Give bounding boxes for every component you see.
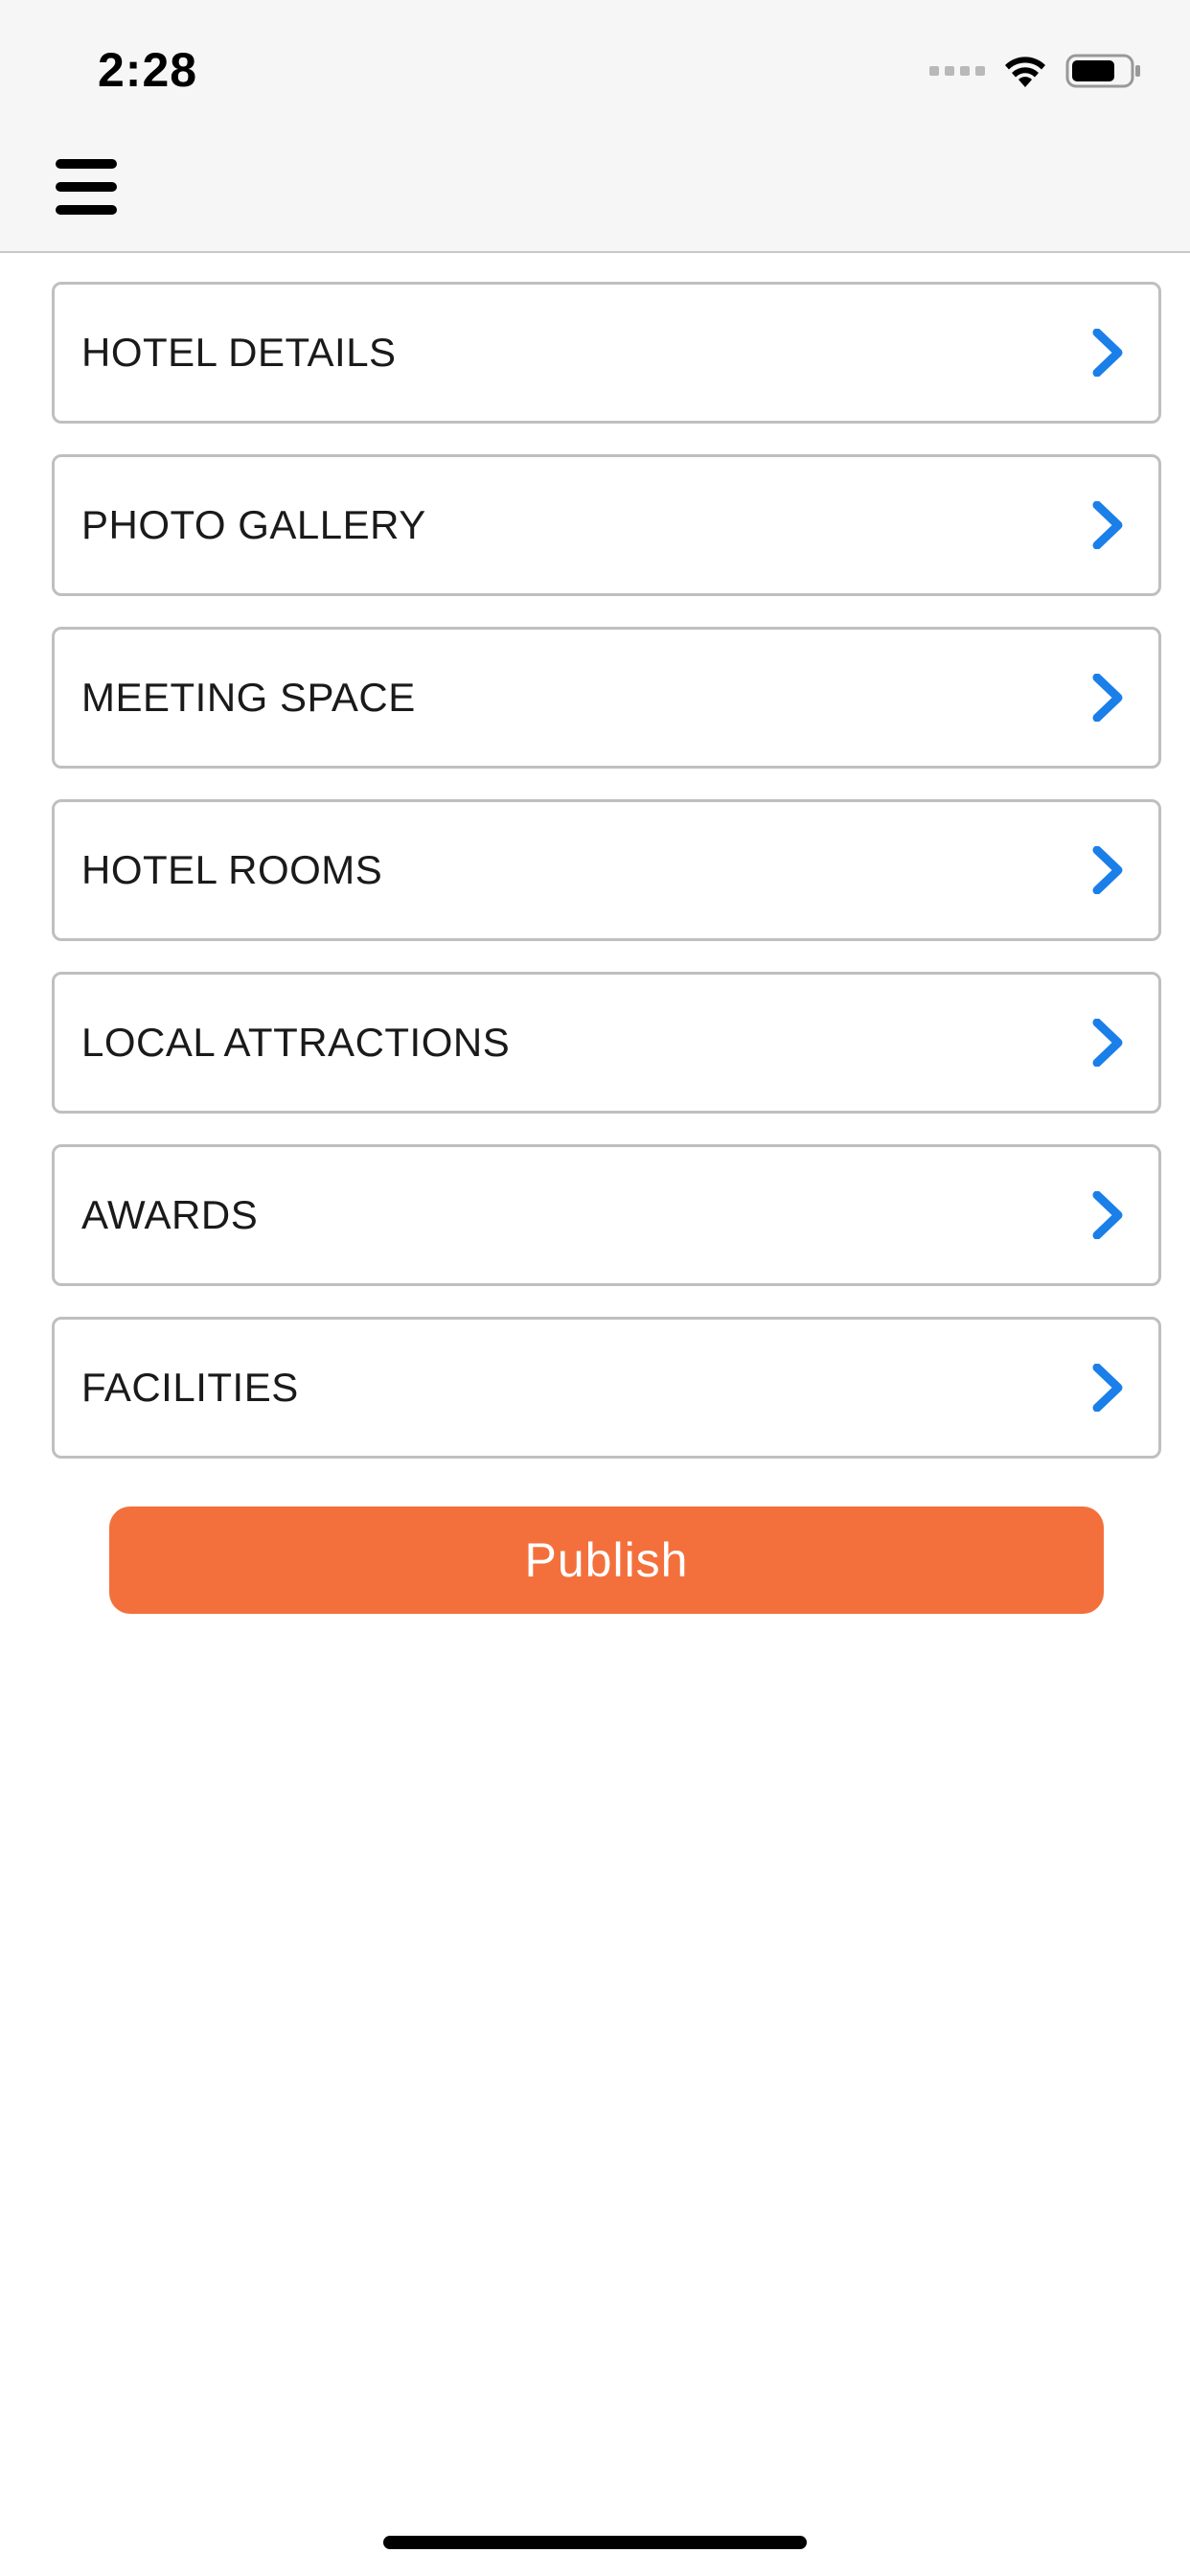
menu-button[interactable] xyxy=(56,159,121,215)
section-item-local-attractions[interactable]: LOCAL ATTRACTIONS xyxy=(52,972,1161,1114)
chevron-right-icon xyxy=(1091,1019,1126,1067)
hamburger-menu-icon xyxy=(56,159,117,169)
chevron-right-icon xyxy=(1091,1364,1126,1412)
section-item-photo-gallery[interactable]: PHOTO GALLERY xyxy=(52,454,1161,596)
battery-icon xyxy=(1065,53,1142,89)
section-label: HOTEL ROOMS xyxy=(81,847,383,892)
section-label: HOTEL DETAILS xyxy=(81,330,397,375)
section-item-facilities[interactable]: FACILITIES xyxy=(52,1317,1161,1459)
screen: 2:28 HOTEL DETAILS PHOTO GALLERY MEETING… xyxy=(0,0,1190,2576)
section-item-hotel-rooms[interactable]: HOTEL ROOMS xyxy=(52,799,1161,941)
chevron-right-icon xyxy=(1091,674,1126,722)
publish-button[interactable]: Publish xyxy=(109,1506,1104,1614)
chevron-right-icon xyxy=(1091,846,1126,894)
section-label: LOCAL ATTRACTIONS xyxy=(81,1020,511,1065)
wifi-icon xyxy=(1002,53,1048,89)
section-label: FACILITIES xyxy=(81,1365,299,1410)
section-label: PHOTO GALLERY xyxy=(81,502,426,547)
section-item-hotel-details[interactable]: HOTEL DETAILS xyxy=(52,282,1161,424)
home-indicator[interactable] xyxy=(383,2536,807,2549)
status-icons xyxy=(929,50,1142,92)
section-label: AWARDS xyxy=(81,1192,259,1237)
section-list: HOTEL DETAILS PHOTO GALLERY MEETING SPAC… xyxy=(52,282,1161,1489)
status-time: 2:28 xyxy=(98,43,198,97)
chevron-right-icon xyxy=(1091,329,1126,377)
top-bar: 2:28 xyxy=(0,0,1190,253)
section-item-meeting-space[interactable]: MEETING SPACE xyxy=(52,627,1161,769)
chevron-right-icon xyxy=(1091,501,1126,549)
section-label: MEETING SPACE xyxy=(81,675,416,720)
signal-dots-icon xyxy=(929,66,985,76)
section-item-awards[interactable]: AWARDS xyxy=(52,1144,1161,1286)
chevron-right-icon xyxy=(1091,1191,1126,1239)
